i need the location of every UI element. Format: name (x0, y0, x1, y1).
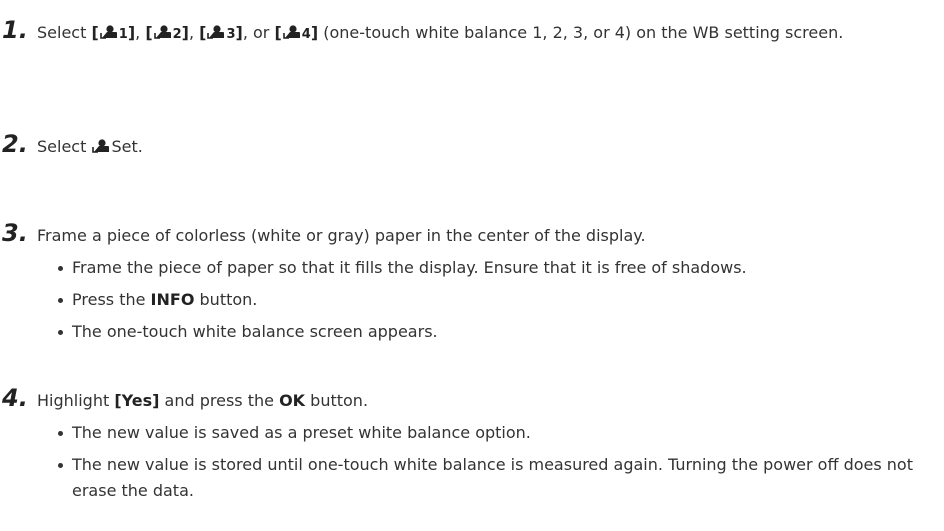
list-item: The new value is stored until one-touch … (58, 452, 926, 504)
option-wb2: [2] (145, 23, 189, 42)
step-number: 3. (2, 219, 28, 247)
bullet-list: Frame the piece of paper so that it fill… (58, 255, 926, 351)
option-wb1: [1] (91, 23, 136, 42)
step-number: 4. (2, 384, 28, 412)
step-text: Select [1], [2], [3], or [4] (one-touch … (37, 23, 844, 42)
one-touch-wb-icon (99, 25, 119, 39)
step-text: Select Set. (37, 137, 143, 156)
list-item: The new value is saved as a preset white… (58, 420, 926, 446)
step-number: 1. (2, 16, 28, 44)
bullet-list: The new value is saved as a preset white… (58, 420, 926, 510)
option-wb3: [3] (199, 23, 243, 42)
step-number: 2. (2, 130, 28, 158)
list-item: Frame the piece of paper so that it fill… (58, 255, 926, 281)
one-touch-wb-icon (282, 25, 302, 39)
option-wb4: [4] (274, 23, 319, 42)
one-touch-wb-icon (153, 25, 173, 39)
one-touch-wb-icon (91, 139, 111, 153)
step-text: Highlight [Yes] and press the OK button. (37, 391, 369, 410)
list-item: Press the INFO button. (58, 287, 926, 313)
step-text: Frame a piece of colorless (white or gra… (37, 226, 646, 245)
one-touch-wb-icon (206, 25, 226, 39)
list-item: The one-touch white balance screen appea… (58, 319, 926, 345)
